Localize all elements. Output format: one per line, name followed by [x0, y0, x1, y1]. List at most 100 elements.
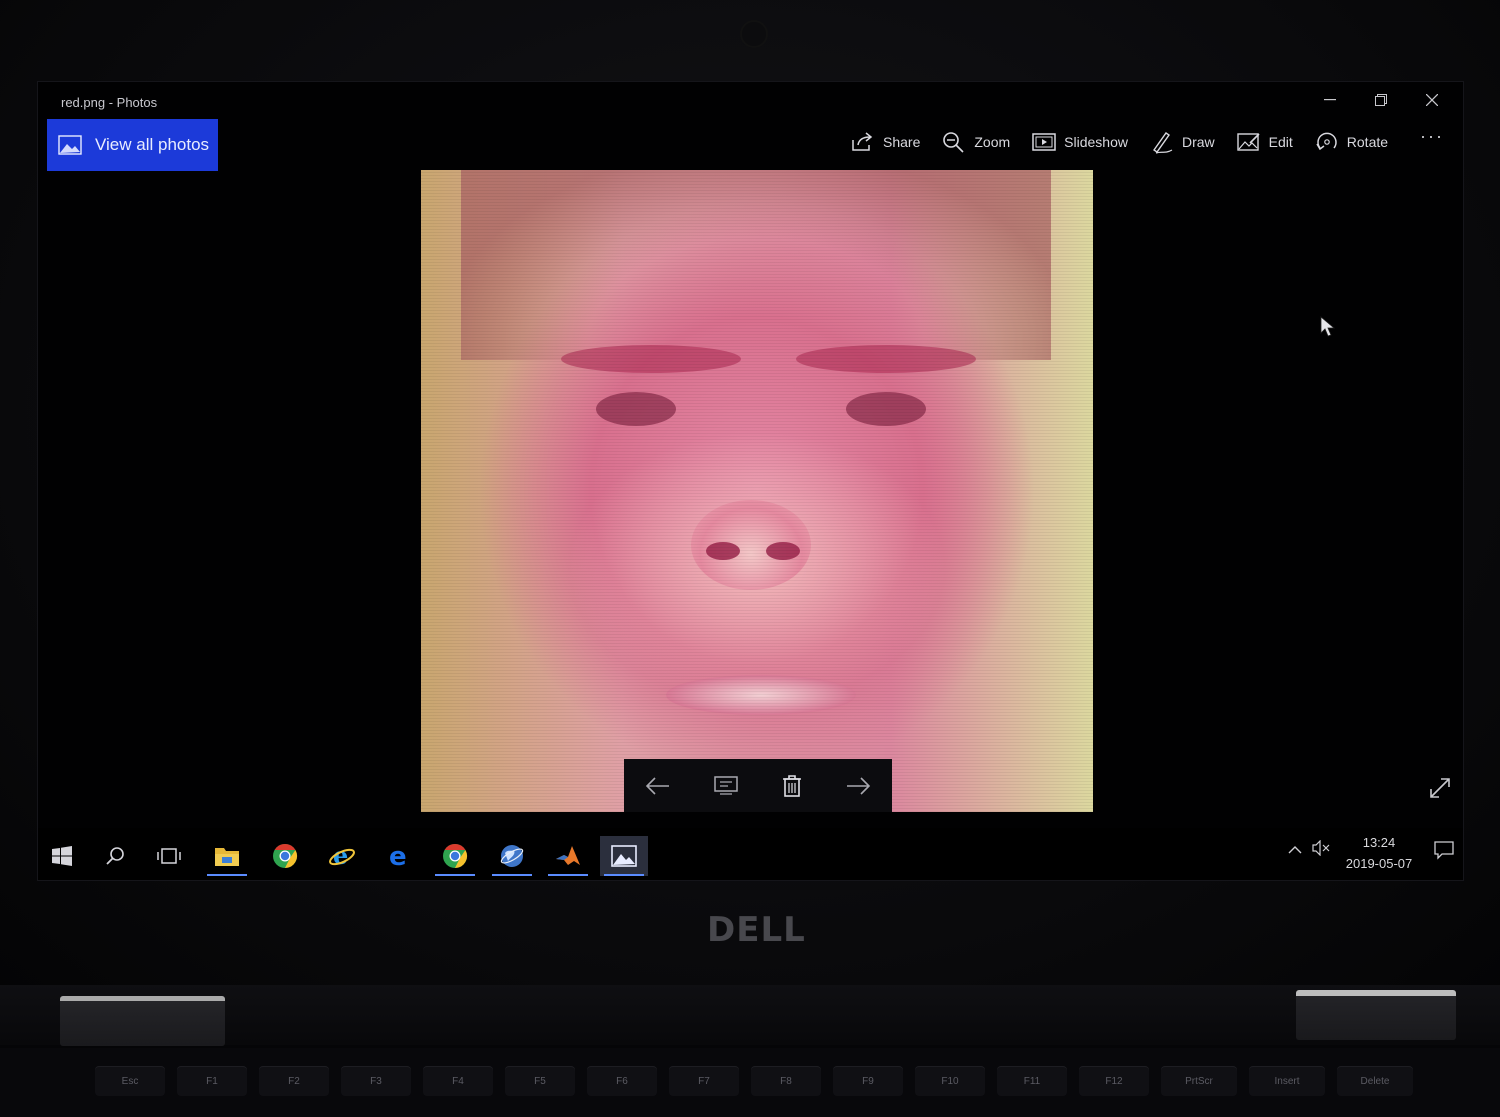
zoom-button[interactable]: Zoom: [942, 131, 1010, 153]
image-info-icon[interactable]: [713, 775, 739, 797]
notification-icon: [1434, 841, 1454, 860]
action-center-button[interactable]: [1434, 840, 1454, 865]
view-all-photos-label: View all photos: [95, 135, 210, 154]
chrome-icon: [443, 844, 468, 868]
zoom-icon: [943, 132, 964, 153]
photo-nose: [691, 500, 811, 590]
close-button[interactable]: [1410, 86, 1454, 114]
photo-mouth: [666, 675, 856, 715]
slideshow-button[interactable]: Slideshow: [1032, 133, 1128, 151]
key-f3: F3: [341, 1066, 411, 1096]
draw-icon: [1152, 132, 1173, 154]
taskbar-clock[interactable]: 13:24 2019-05-07: [1338, 832, 1420, 874]
key-f12: F12: [1079, 1066, 1149, 1096]
window-title: red.png - Photos: [61, 95, 158, 110]
taskbar-network-app[interactable]: [488, 836, 536, 876]
photo-nostril-left: [706, 542, 740, 560]
zoom-label: Zoom: [974, 134, 1011, 150]
draw-label: Draw: [1181, 134, 1215, 150]
view-all-photos-button[interactable]: View all photos: [47, 119, 218, 171]
task-view-button[interactable]: [145, 836, 193, 876]
key-insert: Insert: [1249, 1066, 1325, 1096]
key-prtscr: PrtScr: [1161, 1066, 1237, 1096]
start-button[interactable]: [38, 836, 86, 876]
svg-text:e: e: [389, 843, 407, 869]
expand-icon: [1430, 778, 1450, 798]
draw-button[interactable]: Draw: [1150, 130, 1215, 154]
rotate-label: Rotate: [1346, 134, 1389, 150]
hinge-left: [60, 996, 225, 1046]
windows-icon: [52, 846, 72, 866]
more-options-button[interactable]: ···: [1420, 126, 1444, 147]
volume-button[interactable]: [1312, 839, 1330, 859]
key-f7: F7: [669, 1066, 739, 1096]
key-f1: F1: [177, 1066, 247, 1096]
dell-logo: DELL: [707, 910, 806, 950]
full-screen-button[interactable]: [1428, 776, 1452, 805]
key-f4: F4: [423, 1066, 493, 1096]
photo-controls-bar: [624, 759, 892, 812]
rotate-button[interactable]: Rotate: [1315, 130, 1388, 154]
slideshow-label: Slideshow: [1064, 134, 1128, 150]
restore-button[interactable]: [1359, 86, 1403, 114]
key-f5: F5: [505, 1066, 575, 1096]
taskbar-matlab[interactable]: [544, 836, 592, 876]
laptop-bezel: red.png - Photos View all photos Share Z…: [0, 0, 1500, 1000]
key-delete: Delete: [1337, 1066, 1413, 1096]
file-explorer-icon: [215, 848, 239, 866]
photo-right-brow: [796, 345, 976, 373]
key-f2: F2: [259, 1066, 329, 1096]
laptop-hinge: [0, 985, 1500, 1045]
toolbar: Share Zoom Slideshow Draw Edit Rotate: [851, 122, 1410, 162]
photo-nostril-right: [766, 542, 800, 560]
task-view-icon: [157, 848, 181, 864]
delete-icon[interactable]: [781, 774, 803, 798]
taskbar-photos[interactable]: [600, 836, 648, 876]
taskbar-search-button[interactable]: [91, 836, 139, 876]
globe-icon: [500, 845, 524, 867]
taskbar-file-explorer[interactable]: [203, 836, 251, 876]
hinge-right: [1296, 990, 1456, 1040]
previous-arrow-icon[interactable]: [645, 776, 671, 796]
edit-button[interactable]: Edit: [1236, 132, 1293, 152]
photo-hair: [461, 170, 1051, 360]
photo-left-eye: [596, 392, 676, 426]
rotate-icon: [1316, 132, 1337, 151]
photo-left-brow: [561, 345, 741, 373]
title-bar: red.png - Photos: [38, 82, 1463, 120]
taskbar-chrome[interactable]: [261, 836, 309, 876]
taskbar-internet-explorer[interactable]: e: [318, 836, 366, 876]
next-arrow-icon[interactable]: [845, 776, 871, 796]
photo-right-eye: [846, 392, 926, 426]
screen: red.png - Photos View all photos Share Z…: [38, 82, 1463, 880]
key-f9: F9: [833, 1066, 903, 1096]
mouse-cursor-icon: [1320, 316, 1336, 337]
photos-icon: [58, 135, 82, 155]
clock-date: 2019-05-07: [1345, 856, 1413, 871]
photos-icon: [611, 845, 637, 867]
taskbar: e e 13:24 2019-05-07: [38, 828, 1463, 880]
edit-icon: [1236, 133, 1260, 151]
share-icon: [852, 132, 873, 151]
key-f6: F6: [587, 1066, 657, 1096]
taskbar-edge[interactable]: e: [375, 836, 423, 876]
internet-explorer-icon: e: [329, 842, 355, 870]
key-f10: F10: [915, 1066, 985, 1096]
show-hidden-icons-button[interactable]: [1288, 842, 1302, 858]
taskbar-chrome-2[interactable]: [431, 836, 479, 876]
edge-icon: e: [389, 843, 407, 869]
chrome-icon: [273, 844, 298, 868]
share-button[interactable]: Share: [851, 132, 920, 152]
key-f8: F8: [751, 1066, 821, 1096]
webcam: [742, 22, 766, 46]
clock-time: 13:24: [1362, 835, 1396, 850]
minimize-button[interactable]: [1308, 86, 1352, 114]
key-esc: Esc: [95, 1066, 165, 1096]
slideshow-icon: [1032, 133, 1056, 151]
search-icon: [106, 847, 124, 865]
volume-muted-icon: [1312, 839, 1330, 857]
share-label: Share: [883, 134, 921, 150]
key-f11: F11: [997, 1066, 1067, 1096]
displayed-photo[interactable]: [421, 170, 1093, 812]
edit-label: Edit: [1268, 134, 1293, 150]
